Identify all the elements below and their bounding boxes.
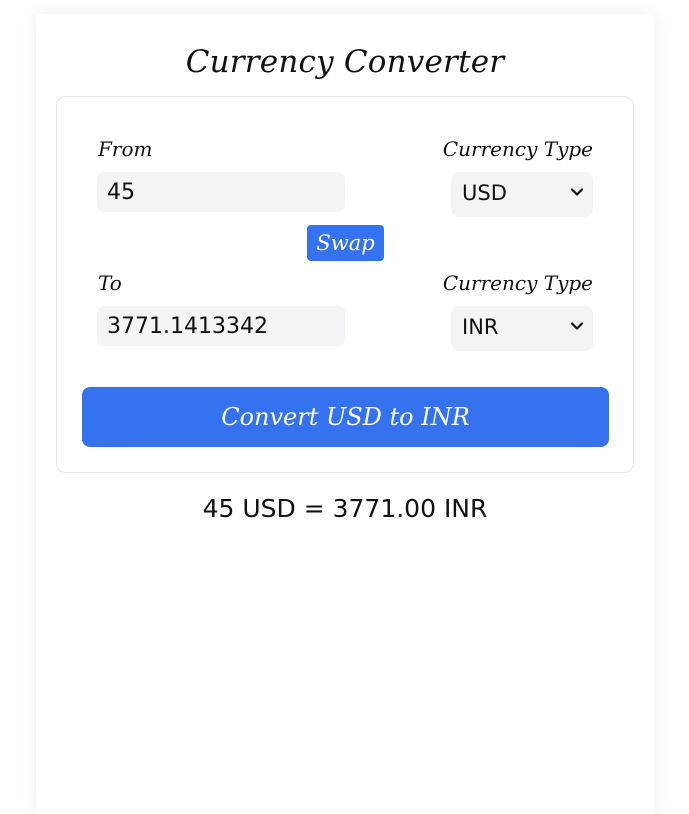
from-currency-type-label: Currency Type: [442, 137, 593, 161]
to-currency-value: INR: [462, 315, 499, 339]
from-amount-input[interactable]: [97, 172, 345, 212]
app-container: Currency Converter From Currency Type US…: [36, 14, 654, 814]
chevron-down-icon: [570, 188, 584, 196]
page-title: Currency Converter: [185, 44, 505, 80]
to-currency-type-label: Currency Type: [442, 271, 593, 295]
to-currency-select[interactable]: INR: [451, 306, 593, 351]
from-currency-select[interactable]: USD: [451, 172, 593, 217]
chevron-down-icon: [570, 322, 584, 330]
conversion-result: 45 USD = 3771.00 INR: [202, 494, 488, 523]
swap-button[interactable]: Swap: [307, 225, 384, 261]
convert-button[interactable]: Convert USD to INR: [82, 387, 609, 447]
to-label: To: [98, 271, 122, 295]
converter-card: From Currency Type USD Swap To Currency …: [56, 96, 634, 473]
from-currency-value: USD: [462, 181, 507, 205]
from-label: From: [98, 137, 153, 161]
to-amount-input[interactable]: [97, 306, 345, 346]
